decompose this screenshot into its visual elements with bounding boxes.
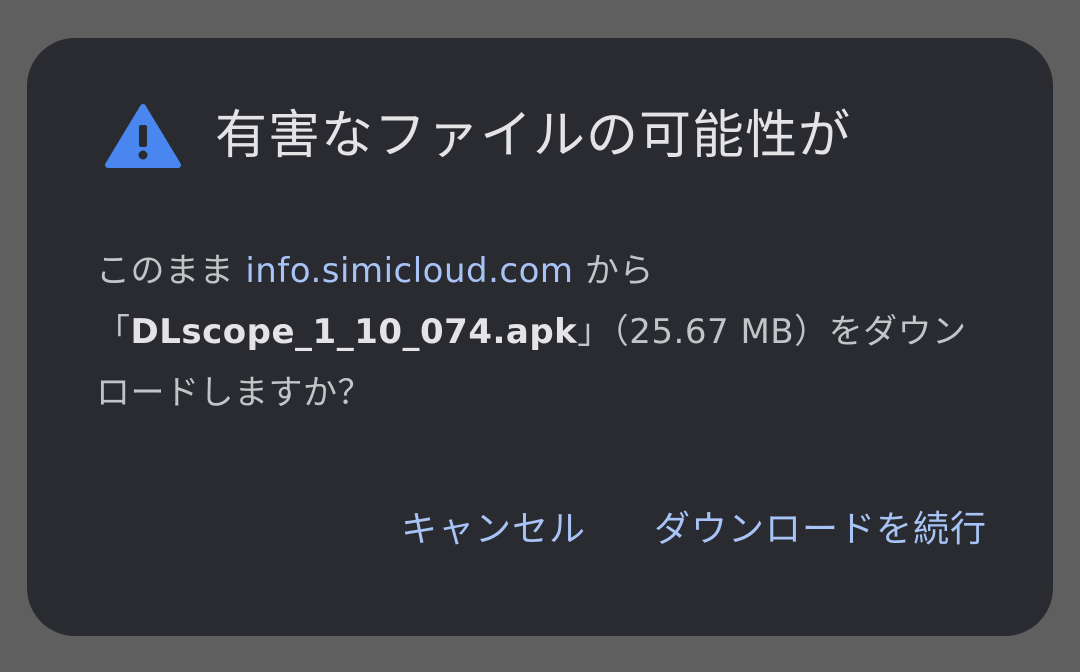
quote-open: 「 [96, 312, 131, 352]
file-size: （25.67 MB） [611, 312, 829, 352]
dialog-header: 有害なファイルの可能性が [105, 96, 851, 176]
continue-download-button[interactable]: ダウンロードを続行 [654, 500, 987, 552]
source-domain: info.simicloud.com [245, 251, 574, 291]
dangerous-download-dialog: 有害なファイルの可能性が このまま info.simicloud.com から … [27, 38, 1053, 636]
quote-close: 」 [577, 312, 612, 352]
message-prefix: このまま [96, 251, 246, 291]
message-from: から [573, 251, 654, 291]
dialog-message: このまま info.simicloud.com から 「DLscope_1_10… [96, 241, 996, 424]
cancel-button[interactable]: キャンセル [401, 500, 586, 552]
message-download-part2: ロードしますか？ [96, 373, 372, 413]
message-download-part1: をダウン [828, 312, 967, 352]
warning-triangle-icon [105, 103, 181, 169]
file-name: DLscope_1_10_074.apk [130, 312, 578, 352]
dialog-title: 有害なファイルの可能性が [215, 106, 852, 166]
dialog-actions: キャンセル ダウンロードを続行 [401, 500, 987, 552]
